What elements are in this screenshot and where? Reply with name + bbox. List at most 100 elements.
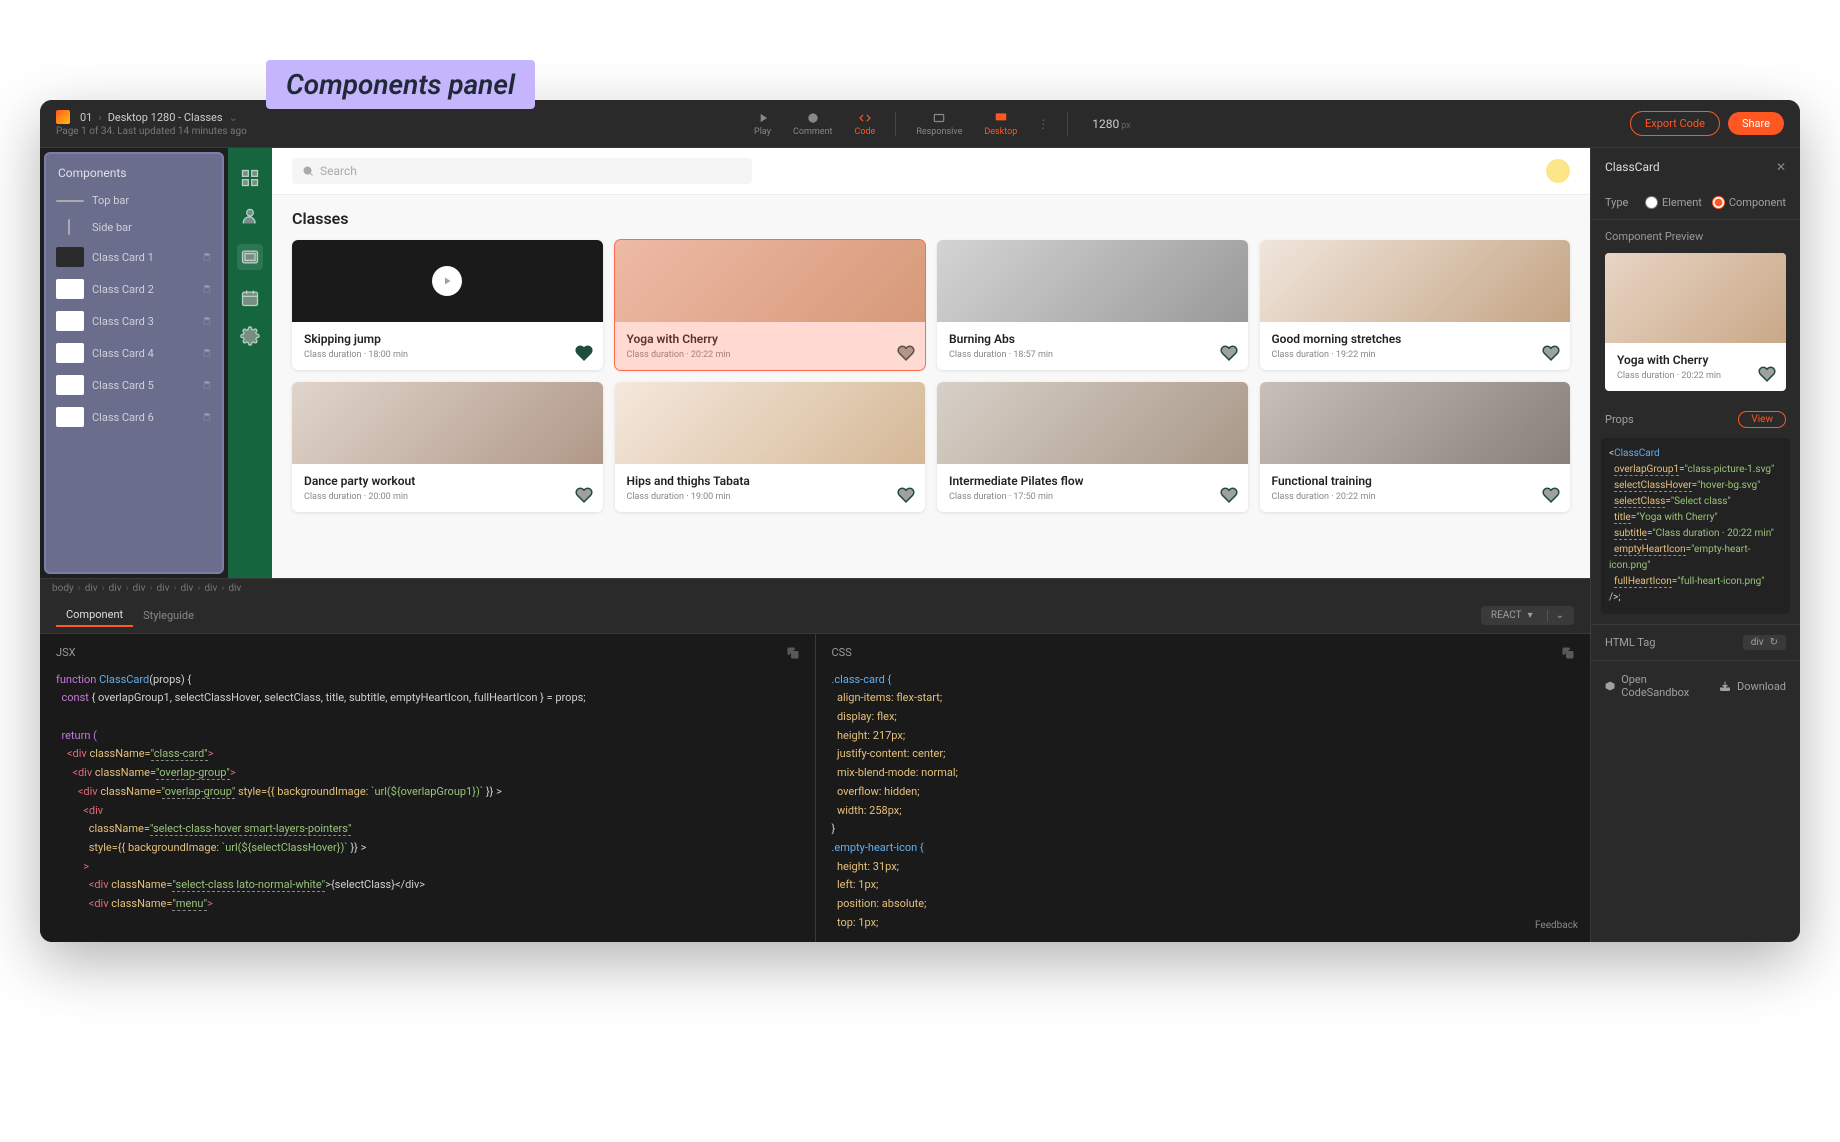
type-label: Type: [1605, 196, 1628, 209]
framework-select[interactable]: REACT▾⌄: [1481, 606, 1574, 625]
dom-crumb-item[interactable]: div: [204, 583, 217, 594]
props-code[interactable]: <ClassCard overlapGroup1="class-picture-…: [1601, 438, 1790, 614]
class-card[interactable]: Skipping jumpClass duration · 18:00 min: [292, 240, 603, 370]
component-class-card-5[interactable]: Class Card 5: [46, 369, 222, 401]
play-icon[interactable]: [432, 266, 462, 296]
classes-icon[interactable]: [237, 244, 263, 270]
component-class-card-3[interactable]: Class Card 3: [46, 305, 222, 337]
dashboard-icon[interactable]: [240, 168, 260, 188]
heart-icon[interactable]: [1220, 486, 1238, 504]
desktop-tool[interactable]: Desktop: [976, 107, 1025, 141]
dom-crumb-item[interactable]: div: [228, 583, 241, 594]
class-card[interactable]: Hips and thighs TabataClass duration · 1…: [615, 382, 926, 512]
dom-crumb-item[interactable]: div: [85, 583, 98, 594]
component-class-card-6[interactable]: Class Card 6: [46, 401, 222, 433]
chevron-down-icon[interactable]: ⌄: [229, 111, 238, 124]
heart-icon[interactable]: [575, 486, 593, 504]
copy-icon[interactable]: [1562, 647, 1574, 659]
code-tool[interactable]: Code: [846, 107, 883, 141]
card-subtitle: Class duration · 20:00 min: [304, 492, 591, 502]
class-card[interactable]: divClassCardYoga with CherryClass durati…: [615, 240, 926, 370]
tab-styleguide[interactable]: Styleguide: [133, 605, 204, 626]
class-card[interactable]: Burning AbsClass duration · 18:57 min: [937, 240, 1248, 370]
settings-icon[interactable]: [240, 326, 260, 346]
heart-icon[interactable]: [575, 344, 593, 362]
component-top-bar[interactable]: Top bar: [46, 188, 222, 213]
breadcrumb-page[interactable]: Desktop 1280 - Classes: [108, 111, 223, 124]
chevron-down-icon: ▾: [1528, 610, 1533, 621]
dom-crumb-item[interactable]: div: [133, 583, 146, 594]
component-class-card-2[interactable]: Class Card 2: [46, 273, 222, 305]
component-class-card-1[interactable]: Class Card 1: [46, 241, 222, 273]
css-label: CSS: [832, 644, 852, 663]
chevron-down-icon: ⌄: [1547, 610, 1564, 621]
dom-breadcrumb[interactable]: body›div›div›div›div›div›div›div: [40, 578, 1590, 598]
calendar-icon[interactable]: [240, 288, 260, 308]
export-code-button[interactable]: Export Code: [1630, 111, 1720, 136]
app-window: 01 › Desktop 1280 - Classes ⌄ Page 1 of …: [40, 100, 1800, 942]
class-card[interactable]: Dance party workout Class duration · 20:0…: [292, 382, 603, 512]
feedback-link[interactable]: Feedback: [1535, 917, 1578, 934]
breadcrumb-project[interactable]: 01: [80, 111, 92, 124]
database-icon: [202, 252, 212, 262]
inspector-title: ClassCard: [1605, 160, 1660, 174]
card-subtitle: Class duration · 19:00 min: [627, 492, 914, 502]
tab-component[interactable]: Component: [56, 604, 133, 627]
design-preview[interactable]: Search Classes Skipping jumpClass durati…: [272, 148, 1590, 578]
chevron-icon: ›: [197, 583, 200, 594]
dom-crumb-item[interactable]: body: [52, 583, 74, 594]
share-button[interactable]: Share: [1728, 112, 1784, 135]
card-image: [615, 240, 926, 322]
components-panel-title: Components: [46, 162, 222, 188]
comment-tool[interactable]: Comment: [785, 107, 840, 141]
play-tool[interactable]: Play: [746, 107, 779, 141]
type-component-radio[interactable]: Component: [1712, 196, 1786, 209]
props-label: Props: [1605, 413, 1634, 426]
dom-crumb-item[interactable]: div: [180, 583, 193, 594]
app-logo: [56, 110, 70, 124]
heart-icon[interactable]: [897, 344, 915, 362]
search-input[interactable]: Search: [292, 158, 752, 184]
database-icon: [202, 284, 212, 294]
more-icon[interactable]: ⋮: [1031, 117, 1055, 131]
card-image: [937, 240, 1248, 322]
user-avatar[interactable]: [1546, 159, 1570, 183]
component-side-bar[interactable]: Side bar: [46, 213, 222, 241]
card-image: [937, 382, 1248, 464]
dom-crumb-item[interactable]: div: [109, 583, 122, 594]
html-tag-select[interactable]: div↻: [1743, 635, 1786, 650]
card-title: Dance party workout: [304, 474, 591, 488]
chevron-icon: ›: [126, 583, 129, 594]
card-image: [615, 382, 926, 464]
close-icon[interactable]: ✕: [1776, 160, 1786, 174]
app-sidebar-rail: [228, 148, 272, 578]
heart-icon[interactable]: [1220, 344, 1238, 362]
profile-icon[interactable]: [240, 206, 260, 226]
search-icon: [302, 165, 314, 177]
type-element-radio[interactable]: Element: [1645, 196, 1702, 209]
class-card[interactable]: Good morning stretchesClass duration · 1…: [1260, 240, 1571, 370]
component-class-card-4[interactable]: Class Card 4: [46, 337, 222, 369]
heart-icon[interactable]: [1542, 344, 1560, 362]
jsx-code[interactable]: function ClassCard(props) { const { over…: [56, 671, 799, 914]
props-view-button[interactable]: View: [1738, 411, 1786, 428]
jsx-pane: JSX function ClassCard(props) { const { …: [40, 634, 816, 942]
download-button[interactable]: Download: [1719, 673, 1786, 699]
inspector-panel: ClassCard ✕ Type Element Component Compo…: [1590, 148, 1800, 942]
class-card[interactable]: Intermediate Pilates flowClass duration …: [937, 382, 1248, 512]
code-tabs: Component Styleguide REACT▾⌄: [40, 598, 1590, 634]
card-title: Intermediate Pilates flow: [949, 474, 1236, 488]
jsx-label: JSX: [56, 644, 76, 663]
css-code[interactable]: .class-card { align-items: flex-start; d…: [832, 671, 1575, 933]
dom-crumb-item[interactable]: div: [157, 583, 170, 594]
html-tag-label: HTML Tag: [1605, 636, 1655, 649]
database-icon: [202, 380, 212, 390]
class-card[interactable]: Functional trainingClass duration · 20:2…: [1260, 382, 1571, 512]
copy-icon[interactable]: [787, 647, 799, 659]
open-codesandbox-button[interactable]: Open CodeSandbox: [1605, 673, 1703, 699]
heart-icon[interactable]: [897, 486, 915, 504]
responsive-tool[interactable]: Responsive: [908, 107, 970, 141]
heart-icon[interactable]: [1542, 486, 1560, 504]
database-icon: [202, 348, 212, 358]
card-title: Skipping jump: [304, 332, 591, 346]
